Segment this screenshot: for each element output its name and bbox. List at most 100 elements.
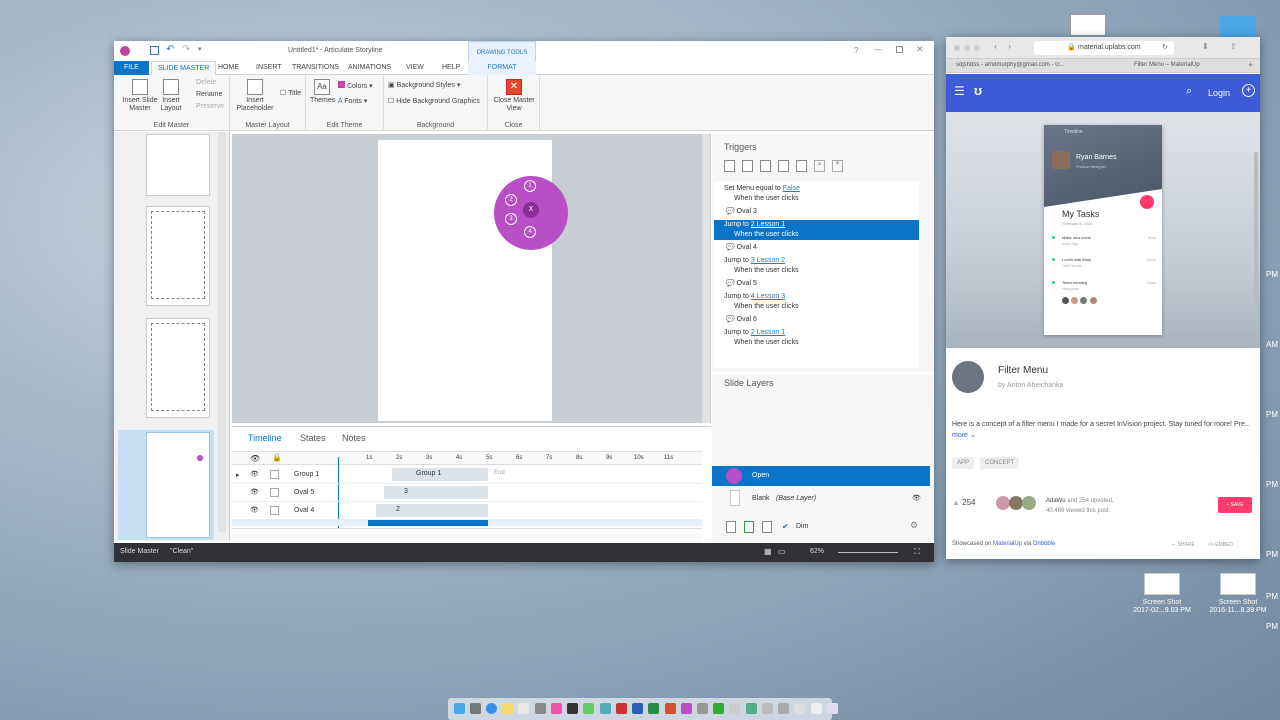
tab-help[interactable]: HELP — [436, 61, 466, 75]
trigger-item[interactable]: Jump to 2 Lesson 1 When the user clicks — [714, 328, 919, 348]
move-up-icon[interactable]: ▲ — [814, 160, 825, 172]
trigger-item[interactable]: Jump to 4 Lesson 3 When the user clicks — [714, 292, 919, 312]
avatar[interactable] — [1009, 496, 1024, 510]
share-icon[interactable]: ⇪ — [1230, 42, 1237, 51]
canvas-scrollbar[interactable] — [702, 134, 710, 423]
trigger-target-link[interactable]: 4 Lesson 3 — [751, 293, 785, 300]
themes-button[interactable]: Aa Themes — [310, 79, 335, 105]
app-icon[interactable] — [778, 703, 790, 714]
minimize-button[interactable]: — — [874, 45, 882, 54]
upvote-button[interactable]: ▲ 254 — [952, 498, 976, 507]
upvoter-name[interactable]: AdaWu — [1046, 498, 1066, 504]
timeline-bar[interactable] — [368, 520, 488, 526]
thumbnail-layout[interactable] — [146, 134, 210, 196]
background-styles-button[interactable]: ▣ Background Styles ▾ — [388, 81, 460, 89]
rename-button[interactable]: Rename — [196, 91, 222, 98]
timeline-bar[interactable]: 2 — [376, 504, 488, 517]
app-store-icon[interactable] — [599, 703, 611, 714]
camtasia-icon[interactable] — [713, 703, 725, 714]
layer-base[interactable]: Blank (Base Layer) 👁 — [712, 488, 930, 510]
app-icon[interactable] — [729, 703, 741, 714]
safari-icon[interactable] — [485, 703, 497, 714]
finder-icon[interactable] — [453, 703, 465, 714]
copy-trigger-icon[interactable] — [760, 160, 771, 172]
launchpad-icon[interactable] — [469, 703, 481, 714]
messages-icon[interactable] — [583, 703, 595, 714]
menu-item-1[interactable]: 1 — [524, 180, 536, 192]
thumbnails-scrollbar[interactable] — [218, 132, 226, 532]
trigger-item[interactable]: Jump to 3 Lesson 2 When the user clicks — [714, 256, 919, 276]
uplabs-logo-icon[interactable]: ʊ — [974, 83, 982, 98]
browser-tab-active[interactable]: Filter Menu – MaterialUp — [1134, 62, 1200, 68]
edit-trigger-icon[interactable] — [742, 160, 753, 172]
trigger-item-selected[interactable]: Jump to 2 Lesson 1 When the user clicks — [714, 220, 919, 240]
view-fit-icon[interactable]: ▭ — [778, 547, 786, 556]
system-preferences-icon[interactable] — [534, 703, 546, 714]
phone-mockup[interactable]: Timeline Ryan Barnes Product designer My… — [1044, 125, 1162, 335]
menu-item-3[interactable]: 3 — [505, 213, 517, 225]
delete-layer-icon[interactable] — [762, 521, 772, 533]
zoom-fit-icon[interactable]: ⛶ — [914, 547, 920, 557]
preserve-button[interactable]: Preserve — [196, 103, 224, 110]
tab-animations[interactable]: ANIMATIONS — [342, 61, 397, 75]
tab-home[interactable]: HOME — [212, 61, 245, 75]
view-normal-icon[interactable]: ▦ — [764, 547, 772, 556]
visibility-icon[interactable]: 👁 — [250, 506, 259, 514]
new-layer-icon[interactable] — [726, 521, 736, 533]
tab-format[interactable]: FORMAT — [468, 61, 536, 75]
menu-close-button[interactable]: X — [523, 202, 539, 218]
search-icon[interactable]: ⌕ — [1186, 85, 1192, 98]
post-author[interactable]: by Anton Aheichanka — [998, 382, 1063, 389]
close-master-view-button[interactable]: ✕ Close Master View — [492, 79, 536, 113]
thumbnail-layout[interactable] — [146, 206, 210, 306]
app-icon[interactable] — [794, 703, 806, 714]
zoom-dot-icon[interactable] — [974, 45, 980, 51]
notes-icon[interactable] — [502, 703, 514, 714]
lock-checkbox[interactable] — [270, 488, 279, 497]
tab-timeline[interactable]: Timeline — [248, 433, 282, 443]
more-link[interactable]: more — [952, 432, 968, 439]
chevron-down-icon[interactable]: ⌄ — [970, 432, 976, 439]
lock-checkbox[interactable] — [270, 506, 279, 515]
trash-icon[interactable] — [826, 703, 838, 714]
reload-icon[interactable]: ↻ — [1162, 43, 1168, 51]
timeline-row[interactable]: 👁 Oval 5 3 — [232, 484, 702, 502]
excel-icon[interactable] — [648, 703, 660, 714]
visibility-icon[interactable]: 👁 — [250, 488, 259, 496]
forward-button[interactable]: › — [1008, 41, 1011, 51]
trigger-item[interactable]: Set Menu equal to False When the user cl… — [714, 184, 919, 204]
trigger-target-link[interactable]: 2 Lesson 1 — [751, 221, 785, 228]
app-icon[interactable] — [697, 703, 709, 714]
app-icon[interactable] — [745, 703, 757, 714]
minimize-dot-icon[interactable] — [964, 45, 970, 51]
tag-app[interactable]: APP — [952, 457, 975, 469]
timeline-row[interactable]: ▸ 👁 Group 1 End Group 1 — [232, 466, 702, 484]
desktop-icon-screenshot-1[interactable]: Screen Shot 2017-02...9.03 PM — [1127, 573, 1197, 615]
zoom-slider[interactable] — [838, 552, 898, 553]
tab-transitions[interactable]: TRANSITIONS — [286, 61, 345, 75]
save-icon[interactable] — [150, 46, 159, 55]
lock-checkbox[interactable] — [270, 470, 279, 479]
hamburger-menu-icon[interactable]: ☰ — [954, 84, 965, 98]
timeline-bar[interactable]: Group 1 — [392, 468, 488, 481]
acrobat-icon[interactable] — [615, 703, 627, 714]
help-icon[interactable]: ? — [854, 46, 858, 55]
delete-button[interactable]: Delete — [196, 79, 216, 86]
avatar[interactable] — [996, 496, 1010, 510]
close-window-button[interactable]: ✕ — [916, 44, 924, 55]
visibility-icon[interactable]: 👁 — [250, 470, 259, 478]
visibility-icon[interactable]: 👁 — [912, 494, 921, 502]
download-icon[interactable]: ⬇ — [1202, 42, 1209, 51]
browser-scrollbar[interactable] — [1254, 152, 1258, 302]
back-button[interactable]: ‹ — [994, 41, 997, 51]
trigger-target-link[interactable]: 2 Lesson 1 — [751, 329, 785, 336]
insert-layout-button[interactable]: Insert Layout — [158, 79, 184, 113]
duplicate-layer-icon[interactable] — [744, 521, 754, 533]
new-tab-button[interactable]: + — [1248, 60, 1253, 70]
timeline-row[interactable]: 👁 Oval 4 2 — [232, 502, 702, 520]
redo-icon[interactable]: ↷ — [182, 44, 190, 55]
share-button[interactable]: ⇠ SHARE — [1172, 542, 1195, 548]
desktop-icon-screenshot-2[interactable]: Screen Shot 2016-11...8.39 PM — [1203, 573, 1273, 615]
undo-icon[interactable]: ↶ — [166, 44, 174, 55]
music-icon[interactable] — [518, 703, 530, 714]
